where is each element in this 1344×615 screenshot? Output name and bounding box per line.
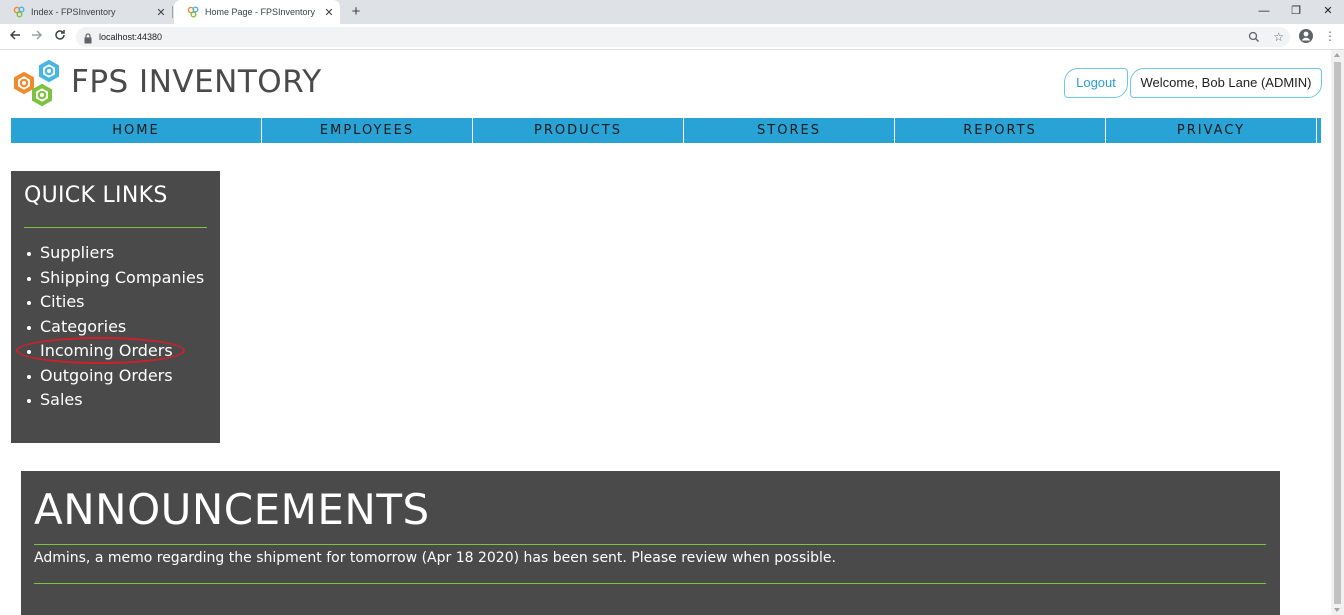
quick-link-shipping-companies[interactable]: Shipping Companies (11, 266, 204, 291)
url-text: localhost:44380 (99, 32, 163, 42)
back-arrow-icon[interactable] (6, 28, 24, 46)
quick-links-panel: QUICK LINKS Suppliers Shipping Companies… (11, 171, 220, 443)
window-restore-button[interactable]: ❐ (1280, 0, 1312, 22)
quick-link-label[interactable]: Sales (40, 390, 83, 409)
favicon-icon (187, 6, 199, 18)
bullet-icon (27, 325, 31, 330)
nav-item-privacy[interactable]: PRIVACY (1106, 118, 1317, 143)
favicon-icon (13, 6, 25, 18)
nav-item-reports[interactable]: REPORTS (895, 118, 1106, 143)
quick-link-label[interactable]: Categories (40, 317, 126, 336)
announcement-message: Admins, a memo regarding the shipment fo… (34, 550, 836, 566)
logo-icon[interactable] (10, 59, 64, 114)
quick-link-label[interactable]: Cities (40, 292, 85, 311)
lock-icon (84, 31, 92, 44)
tab-title: Home Page - FPSInventory (205, 7, 316, 17)
announcements-title: ANNOUNCEMENTS (34, 485, 430, 534)
browser-tab-index[interactable]: Index - FPSInventory ✕ (0, 0, 172, 24)
bullet-icon (27, 350, 31, 354)
reload-icon[interactable] (51, 28, 69, 46)
quick-link-label[interactable]: Shipping Companies (40, 268, 204, 287)
quick-link-outgoing-orders[interactable]: Outgoing Orders (11, 364, 204, 389)
browser-tab-strip: Index - FPSInventory ✕ Home Page - FPSIn… (0, 0, 1344, 24)
page-scrollbar[interactable] (1331, 50, 1344, 615)
forward-arrow-icon[interactable] (28, 28, 46, 46)
bullet-icon (27, 374, 31, 379)
quick-link-label[interactable]: Incoming Orders (40, 341, 173, 360)
tab-separator (172, 6, 173, 18)
bullet-icon (27, 301, 31, 305)
quick-link-cities[interactable]: Cities (11, 290, 204, 315)
nav-item-employees[interactable]: EMPLOYEES (262, 118, 473, 143)
logout-button[interactable]: Logout (1064, 68, 1128, 98)
quick-links-title: QUICK LINKS (24, 183, 168, 208)
scrollbar-thumb[interactable] (1334, 62, 1341, 604)
quick-link-label[interactable]: Suppliers (40, 243, 114, 262)
nav-item-products[interactable]: PRODUCTS (473, 118, 684, 143)
divider (34, 544, 1266, 545)
page-viewport: FPS INVENTORY Logout Welcome, Bob Lane (… (0, 50, 1331, 615)
quick-link-sales[interactable]: Sales (11, 388, 204, 413)
quick-link-incoming-orders[interactable]: Incoming Orders (11, 339, 204, 364)
tab-close-icon[interactable]: ✕ (154, 6, 168, 19)
address-bar[interactable]: localhost:44380 ☆ (76, 27, 1290, 47)
bullet-icon (27, 276, 31, 281)
main-navigation: HOME EMPLOYEES PRODUCTS STORES REPORTS P… (11, 118, 1321, 143)
window-minimize-button[interactable]: — (1248, 0, 1280, 22)
browser-toolbar: localhost:44380 ☆ ⋮ (0, 24, 1344, 50)
quick-link-label[interactable]: Outgoing Orders (40, 366, 173, 385)
divider (24, 227, 207, 228)
bullet-icon (27, 399, 31, 403)
zoom-icon[interactable] (1246, 29, 1262, 45)
scroll-down-icon[interactable] (1334, 608, 1340, 612)
new-tab-button[interactable]: + (347, 3, 365, 21)
nav-item-stores[interactable]: STORES (684, 118, 895, 143)
quick-links-list: Suppliers Shipping Companies Cities Cate… (11, 241, 204, 413)
divider (34, 583, 1266, 584)
kebab-menu-icon[interactable]: ⋮ (1324, 27, 1336, 45)
browser-tab-home[interactable]: Home Page - FPSInventory ✕ (174, 0, 340, 24)
welcome-user-badge[interactable]: Welcome, Bob Lane (ADMIN) (1130, 68, 1322, 98)
star-icon[interactable]: ☆ (1273, 28, 1284, 46)
quick-link-suppliers[interactable]: Suppliers (11, 241, 204, 266)
scroll-up-icon[interactable] (1334, 53, 1340, 57)
window-close-button[interactable]: ✕ (1312, 0, 1344, 22)
brand-title[interactable]: FPS INVENTORY (71, 64, 322, 100)
quick-link-categories[interactable]: Categories (11, 315, 204, 340)
profile-icon[interactable] (1298, 28, 1314, 44)
announcements-panel: ANNOUNCEMENTS Admins, a memo regarding t… (21, 471, 1280, 615)
nav-item-home[interactable]: HOME (11, 118, 262, 143)
tab-close-icon[interactable]: ✕ (322, 6, 336, 19)
tab-title: Index - FPSInventory (31, 7, 116, 17)
bullet-icon (27, 252, 31, 256)
